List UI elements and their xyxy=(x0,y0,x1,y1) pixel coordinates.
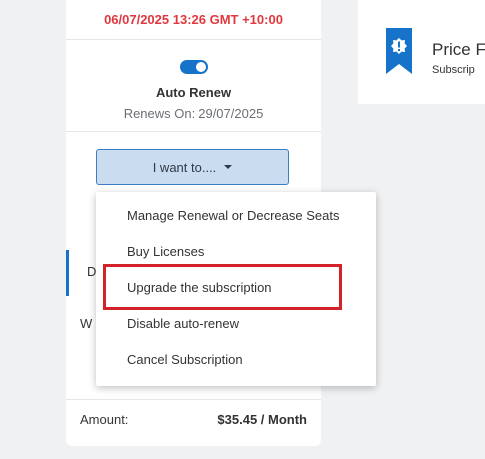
divider xyxy=(66,39,321,40)
renews-on-label: Renews On: xyxy=(123,106,196,121)
auto-renew-toggle[interactable] xyxy=(180,60,208,74)
auto-renew-title: Auto Renew xyxy=(155,85,232,100)
caret-down-icon xyxy=(224,165,233,169)
amount-label: Amount: xyxy=(80,412,129,427)
i-want-to-button[interactable]: I want to.... xyxy=(96,149,289,185)
menu-item-manage-renewal[interactable]: Manage Renewal or Decrease Seats xyxy=(127,208,339,223)
i-want-to-label: I want to.... xyxy=(152,159,217,175)
renews-on-line: Renews On: 29/07/2025 xyxy=(66,106,321,121)
amount-row: Amount: $35.45 / Month xyxy=(66,400,321,436)
info-row-label: W xyxy=(80,316,93,331)
menu-item-disable-auto-renew[interactable]: Disable auto-renew xyxy=(127,316,239,331)
price-card[interactable]: Price F Subscrip xyxy=(358,0,485,104)
price-card-subtitle: Subscrip xyxy=(432,64,475,76)
ribbon-alert-icon xyxy=(386,28,412,74)
renews-on-date: 29/07/2025 xyxy=(198,106,264,121)
actions-dropdown-menu: Manage Renewal or Decrease Seats Buy Lic… xyxy=(96,192,376,386)
menu-item-buy-licenses[interactable]: Buy Licenses xyxy=(127,244,204,259)
price-card-title: Price F xyxy=(432,40,485,59)
divider xyxy=(66,131,321,132)
details-tab-label: D xyxy=(87,264,97,279)
amount-value: $35.45 / Month xyxy=(217,412,307,427)
menu-item-upgrade-subscription[interactable]: Upgrade the subscription xyxy=(127,280,272,295)
subscription-datetime: 06/07/2025 13:26 GMT +10:00 xyxy=(104,12,283,27)
menu-item-cancel-subscription[interactable]: Cancel Subscription xyxy=(127,352,243,367)
toggle-knob xyxy=(196,62,206,72)
